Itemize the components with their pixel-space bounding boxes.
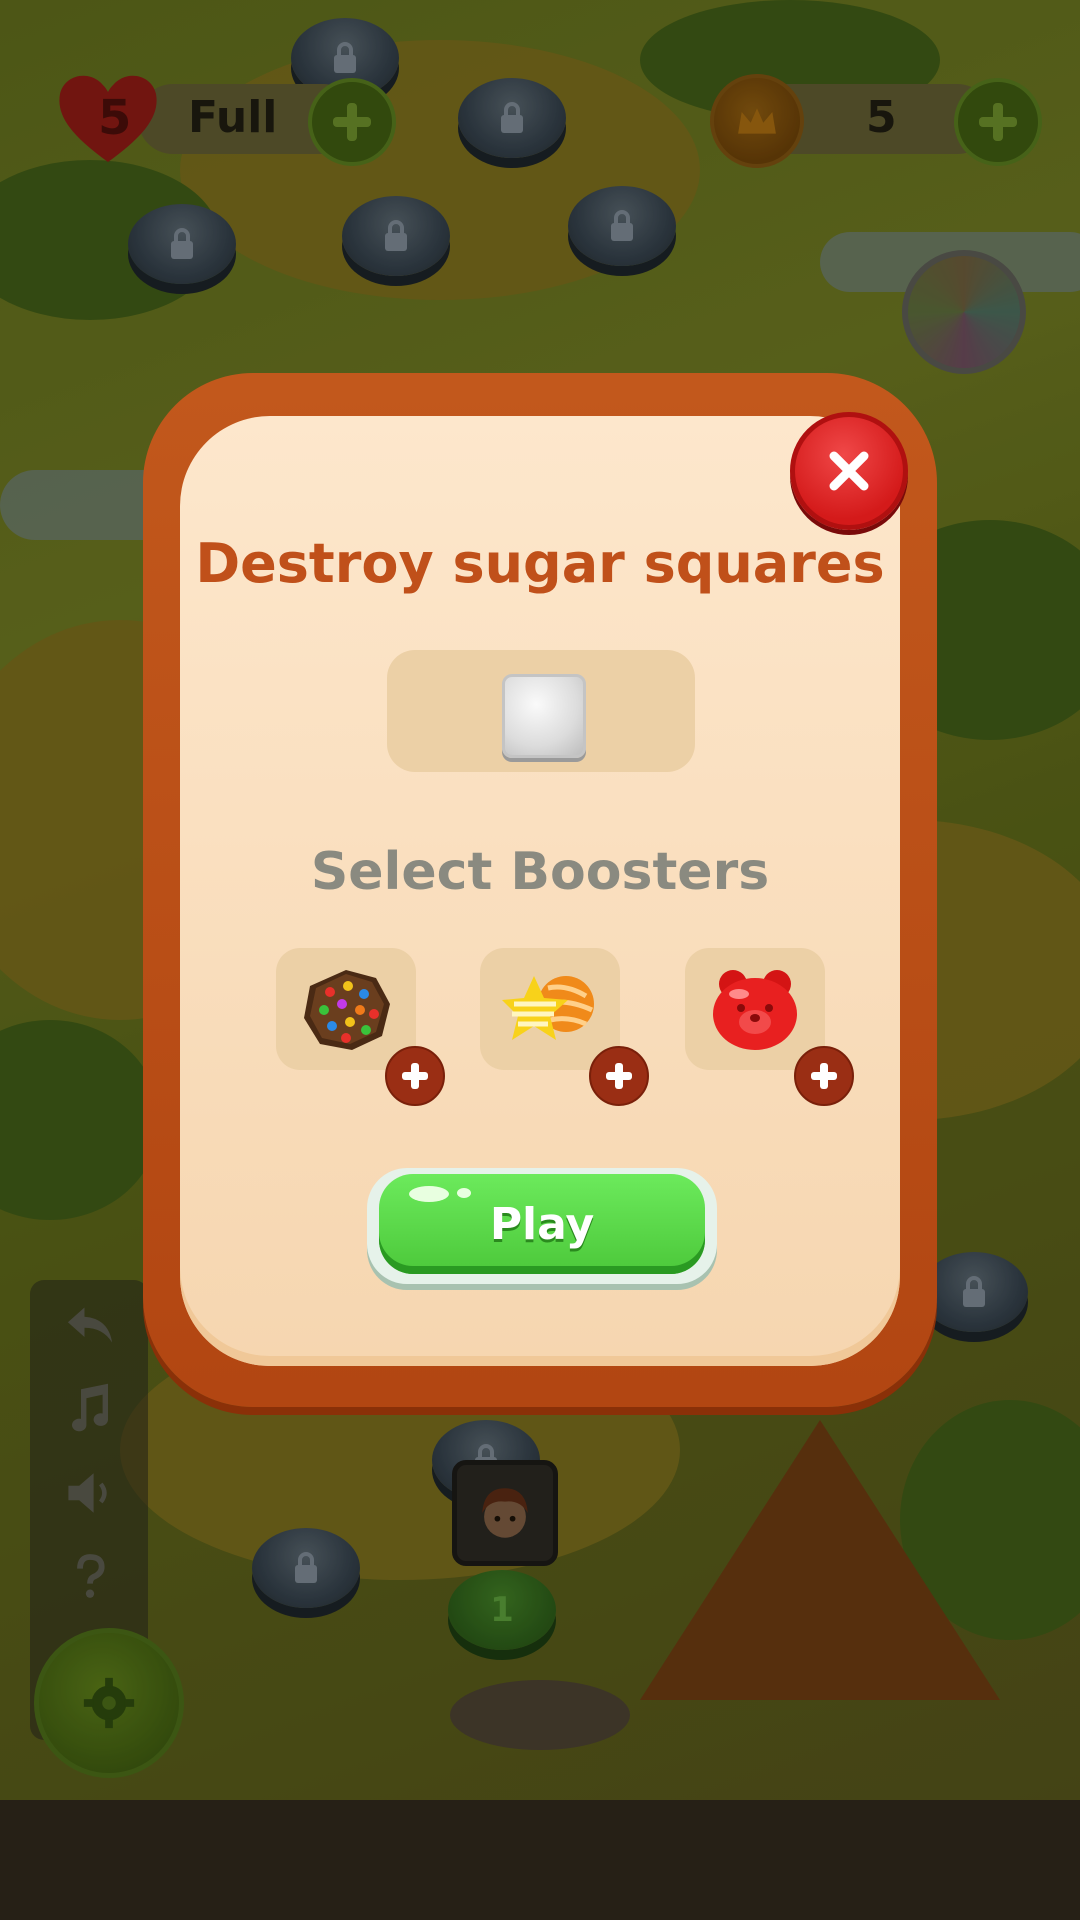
button-shine [409, 1186, 449, 1202]
close-icon [829, 451, 869, 491]
booster-striped-candy[interactable] [480, 948, 620, 1070]
bottom-bar [0, 1800, 1080, 1920]
select-boosters-heading: Select Boosters [310, 842, 770, 902]
play-button-label: Play [489, 1198, 595, 1250]
chocolate-candy-icon [304, 970, 390, 1050]
button-shine [457, 1188, 471, 1198]
booster-jelly-bear[interactable] [685, 948, 825, 1070]
plus-icon [606, 1063, 632, 1089]
close-button[interactable] [790, 412, 908, 530]
play-button[interactable]: Play [379, 1174, 705, 1274]
add-booster-chocolate-button[interactable] [385, 1046, 445, 1106]
striped-candy-icon [502, 976, 594, 1040]
add-booster-jelly-button[interactable] [794, 1046, 854, 1106]
plus-icon [811, 1063, 837, 1089]
level-goal-title: Destroy sugar squares [195, 532, 885, 595]
add-booster-striped-button[interactable] [589, 1046, 649, 1106]
plus-icon [402, 1063, 428, 1089]
sugar-square-icon [502, 674, 586, 758]
jelly-bear-icon [713, 970, 797, 1050]
booster-chocolate-candy[interactable] [276, 948, 416, 1070]
